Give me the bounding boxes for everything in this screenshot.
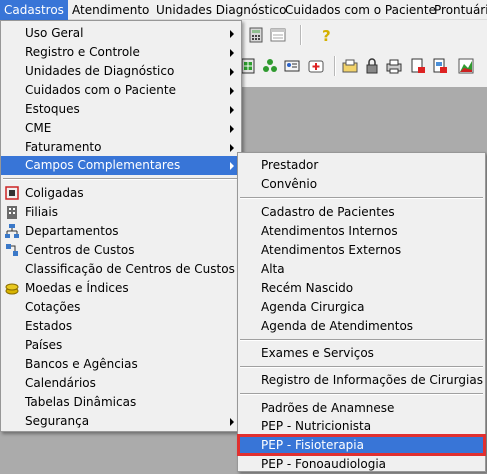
building-icon [7, 206, 17, 219]
printer-icon[interactable] [386, 58, 402, 74]
menu-item-estados[interactable]: Estados [1, 317, 241, 336]
submenu-arrow-icon [230, 30, 234, 38]
menu-separator [240, 393, 483, 395]
menu-item-paises[interactable]: Países [1, 336, 241, 355]
submenu-arrow-icon [230, 106, 234, 114]
submenu-item-pep-nutricionista[interactable]: PEP - Nutricionista [238, 417, 485, 436]
submenu-item-agenda-cirurgica[interactable]: Agenda Cirurgica [238, 298, 485, 317]
menu-item-registro-controle[interactable]: Registro e Controle [1, 43, 241, 62]
export-image-icon[interactable] [432, 58, 448, 74]
first-aid-icon[interactable] [308, 58, 324, 74]
submenu-arrow-icon [230, 49, 234, 57]
menu-separator [3, 178, 239, 180]
svg-text:?: ? [322, 27, 331, 43]
submenu-item-atendimentos-externos[interactable]: Atendimentos Externos [238, 241, 485, 260]
submenu-item-recem-nascido[interactable]: Recém Nascido [238, 279, 485, 298]
menu-item-unidades-diagnostico[interactable]: Unidades de Diagnóstico [1, 62, 241, 81]
folder-print-icon[interactable] [342, 58, 358, 74]
menu-item-campos-complementares[interactable]: Campos Complementares [1, 156, 241, 175]
export-document-icon[interactable] [410, 58, 426, 74]
menu-item-faturamento[interactable]: Faturamento [1, 138, 241, 157]
menu-unidades-diagnostico[interactable]: Unidades Diagnóstico [152, 0, 286, 20]
calendar-icon[interactable] [270, 27, 286, 43]
submenu-item-alta[interactable]: Alta [238, 260, 485, 279]
menu-item-classificacao-centros-custos[interactable]: Classificação de Centros de Custos [1, 260, 241, 279]
menu-item-bancos-agencias[interactable]: Bancos e Agências [1, 355, 241, 374]
menu-item-departamentos[interactable]: Departamentos [1, 222, 241, 241]
submenu-arrow-icon [230, 418, 234, 426]
people-icon[interactable] [262, 58, 278, 74]
menu-item-cotacoes[interactable]: Cotações [1, 298, 241, 317]
menu-item-moedas-indices[interactable]: Moedas e Índices [1, 279, 241, 298]
calculator-icon[interactable] [248, 27, 264, 43]
submenu-item-agenda-atendimentos[interactable]: Agenda de Atendimentos [238, 317, 485, 336]
submenu-arrow-icon [230, 162, 234, 170]
submenu-arrow-icon [230, 68, 234, 76]
document-grid-icon[interactable] [240, 58, 256, 74]
submenu-item-atendimentos-internos[interactable]: Atendimentos Internos [238, 222, 485, 241]
cost-center-icon [6, 244, 18, 256]
menu-item-uso-geral[interactable]: Uso Geral [1, 24, 241, 43]
submenu-item-pep-fisioterapia[interactable]: PEP - Fisioterapia [237, 434, 486, 456]
menu-item-cme[interactable]: CME [1, 119, 241, 138]
submenu-item-pep-fonoaudiologia[interactable]: PEP - Fonoaudiologia [238, 455, 485, 474]
help-icon[interactable]: ? [318, 27, 334, 43]
menu-separator [240, 366, 483, 368]
menu-item-centros-custos[interactable]: Centros de Custos [1, 241, 241, 260]
submenu-arrow-icon [230, 87, 234, 95]
menu-atendimento[interactable]: Atendimento [68, 0, 149, 20]
toolbar-separator [334, 56, 336, 76]
coins-icon [5, 283, 19, 295]
menu-item-coligadas[interactable]: Coligadas [1, 184, 241, 203]
coligadas-icon [5, 186, 19, 200]
menu-cuidados-paciente[interactable]: Cuidados com o Paciente [281, 0, 436, 20]
menu-item-filiais[interactable]: Filiais [1, 203, 241, 222]
submenu-item-convenio[interactable]: Convênio [238, 175, 485, 194]
submenu-arrow-icon [230, 125, 234, 133]
patient-card-icon[interactable] [284, 58, 300, 74]
toolbar-separator [300, 25, 302, 45]
menu-cadastros[interactable]: Cadastros [0, 0, 68, 20]
menu-item-calendarios[interactable]: Calendários [1, 374, 241, 393]
campos-complementares-submenu: Prestador Convênio Cadastro de Pacientes… [237, 152, 486, 472]
submenu-item-registro-informacoes-cirurgias[interactable]: Registro de Informações de Cirurgias [238, 371, 485, 390]
menu-item-seguranca[interactable]: Segurança [1, 412, 241, 431]
org-chart-icon [5, 224, 19, 238]
menu-bar: Cadastros Atendimento Unidades Diagnósti… [0, 0, 487, 20]
menu-item-estoques[interactable]: Estoques [1, 100, 241, 119]
lock-icon[interactable] [364, 58, 380, 74]
submenu-item-exames-servicos[interactable]: Exames e Serviços [238, 344, 485, 363]
menu-prontuario[interactable]: Prontuário [430, 0, 487, 20]
submenu-arrow-icon [230, 144, 234, 152]
cadastros-menu: Uso Geral Registro e Controle Unidades d… [0, 20, 242, 432]
submenu-item-prestador[interactable]: Prestador [238, 156, 485, 175]
menu-item-cuidados-paciente[interactable]: Cuidados com o Paciente [1, 81, 241, 100]
submenu-item-cadastro-pacientes[interactable]: Cadastro de Pacientes [238, 203, 485, 222]
menu-item-tabelas-dinamicas[interactable]: Tabelas Dinâmicas [1, 393, 241, 412]
menu-separator [240, 339, 483, 341]
chart-icon[interactable] [458, 58, 474, 74]
menu-separator [240, 197, 483, 199]
submenu-item-padroes-anamnese[interactable]: Padrões de Anamnese [238, 399, 485, 418]
